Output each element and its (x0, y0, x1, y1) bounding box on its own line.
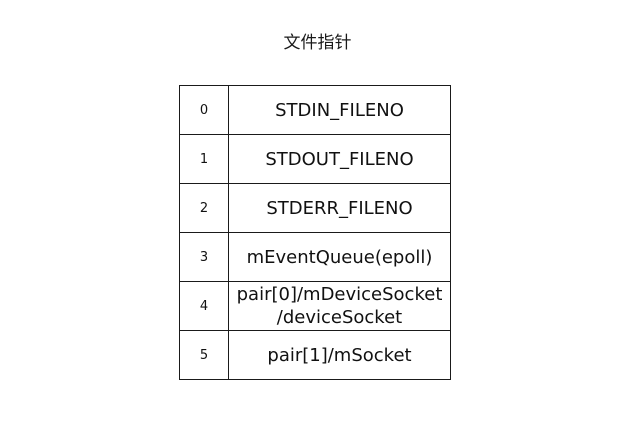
fd-value: pair[1]/mSocket (228, 330, 451, 380)
fd-value-line: pair[1]/mSocket (267, 344, 412, 366)
diagram-title: 文件指针 (283, 33, 352, 53)
fd-index: 3 (179, 232, 229, 282)
fd-row: 3 mEventQueue(epoll) (179, 232, 451, 282)
diagram-canvas: 文件指针 0 STDIN_FILENO 1 STDOUT_FILENO 2 ST… (0, 0, 635, 424)
fd-value-line: mEventQueue(epoll) (246, 246, 433, 268)
fd-row: 4 pair[0]/mDeviceSocket /deviceSocket (179, 281, 451, 331)
fd-value: pair[0]/mDeviceSocket /deviceSocket (228, 281, 451, 331)
fd-index: 4 (179, 281, 229, 331)
fd-index: 1 (179, 134, 229, 184)
fd-index: 2 (179, 183, 229, 233)
fd-value-line: STDERR_FILENO (266, 197, 413, 219)
fd-row: 5 pair[1]/mSocket (179, 330, 451, 380)
fd-value-line: STDIN_FILENO (275, 99, 404, 121)
fd-value: STDOUT_FILENO (228, 134, 451, 184)
fd-value-line: pair[0]/mDeviceSocket (236, 284, 443, 305)
fd-value: mEventQueue(epoll) (228, 232, 451, 282)
fd-value-line: STDOUT_FILENO (265, 148, 414, 170)
fd-table: 0 STDIN_FILENO 1 STDOUT_FILENO 2 STDERR_… (179, 85, 451, 380)
fd-value-line: /deviceSocket (276, 307, 403, 328)
fd-value: STDIN_FILENO (228, 85, 451, 135)
fd-index: 5 (179, 330, 229, 380)
fd-row: 1 STDOUT_FILENO (179, 134, 451, 184)
fd-value: STDERR_FILENO (228, 183, 451, 233)
fd-index: 0 (179, 85, 229, 135)
fd-row: 2 STDERR_FILENO (179, 183, 451, 233)
fd-row: 0 STDIN_FILENO (179, 85, 451, 135)
